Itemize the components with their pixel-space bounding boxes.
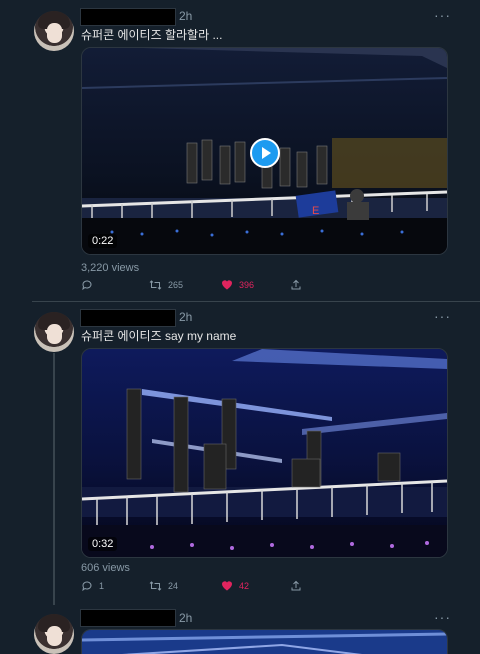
video-duration: 0:22 xyxy=(88,234,118,248)
tweet-actions: 265 396 xyxy=(81,279,321,297)
tweet-timestamp[interactable]: 2h xyxy=(179,310,192,324)
like-button[interactable]: 396 xyxy=(221,279,254,290)
retweet-icon xyxy=(149,581,162,591)
retweet-button[interactable]: 265 xyxy=(149,279,183,291)
heart-icon xyxy=(222,581,232,591)
user-name-redacted[interactable] xyxy=(80,309,176,327)
tweet-text: 슈퍼콘 에이티즈 할라할라 ... xyxy=(81,28,223,42)
reply-icon xyxy=(82,581,92,592)
reply-button[interactable] xyxy=(81,279,93,291)
more-icon[interactable]: ··· xyxy=(434,7,451,23)
tweet-timestamp[interactable]: 2h xyxy=(179,9,192,23)
retweet-count: 265 xyxy=(168,280,184,290)
like-button[interactable]: 42 xyxy=(221,580,249,591)
tweet-3[interactable]: 2h ··· xyxy=(0,605,480,654)
retweet-button[interactable]: 24 xyxy=(149,580,178,592)
reply-icon xyxy=(82,280,92,291)
avatar[interactable] xyxy=(34,614,74,654)
video-frame xyxy=(82,630,447,654)
tweet-actions: 1 24 42 xyxy=(81,580,321,598)
share-button[interactable] xyxy=(290,279,302,291)
more-icon[interactable]: ··· xyxy=(434,308,451,324)
retweet-icon xyxy=(149,280,162,290)
reply-button[interactable]: 1 xyxy=(81,580,104,592)
like-count: 42 xyxy=(239,580,250,591)
play-icon[interactable] xyxy=(250,138,280,168)
tweet-1[interactable]: 2h ··· 슈퍼콘 에이티즈 할라할라 ... E 0:22 3,220 vi… xyxy=(0,0,480,300)
view-count: 3,220 views xyxy=(81,262,140,274)
heart-icon xyxy=(222,280,232,290)
tweet-timestamp[interactable]: 2h xyxy=(179,611,192,625)
avatar[interactable] xyxy=(34,312,74,352)
view-count: 606 views xyxy=(81,562,130,574)
share-icon xyxy=(291,279,301,290)
video-player[interactable] xyxy=(81,629,448,654)
user-name-redacted[interactable] xyxy=(80,609,176,627)
video-duration: 0:32 xyxy=(88,537,118,551)
avatar[interactable] xyxy=(34,11,74,51)
svg-text:E: E xyxy=(312,205,319,217)
video-player[interactable]: E 0:22 xyxy=(81,47,448,255)
share-button[interactable] xyxy=(290,580,302,592)
video-frame xyxy=(82,349,447,557)
reply-count: 1 xyxy=(99,581,105,591)
tweet-2[interactable]: 2h ··· 슈퍼콘 에이티즈 say my name 0:32 606 vie… xyxy=(0,302,480,604)
video-player[interactable]: 0:32 xyxy=(81,348,448,558)
like-count: 396 xyxy=(239,279,255,290)
more-icon[interactable]: ··· xyxy=(434,609,451,625)
retweet-count: 24 xyxy=(168,581,179,591)
user-name-redacted[interactable] xyxy=(80,8,176,26)
tweet-text: 슈퍼콘 에이티즈 say my name xyxy=(81,329,237,343)
share-icon xyxy=(291,580,301,591)
